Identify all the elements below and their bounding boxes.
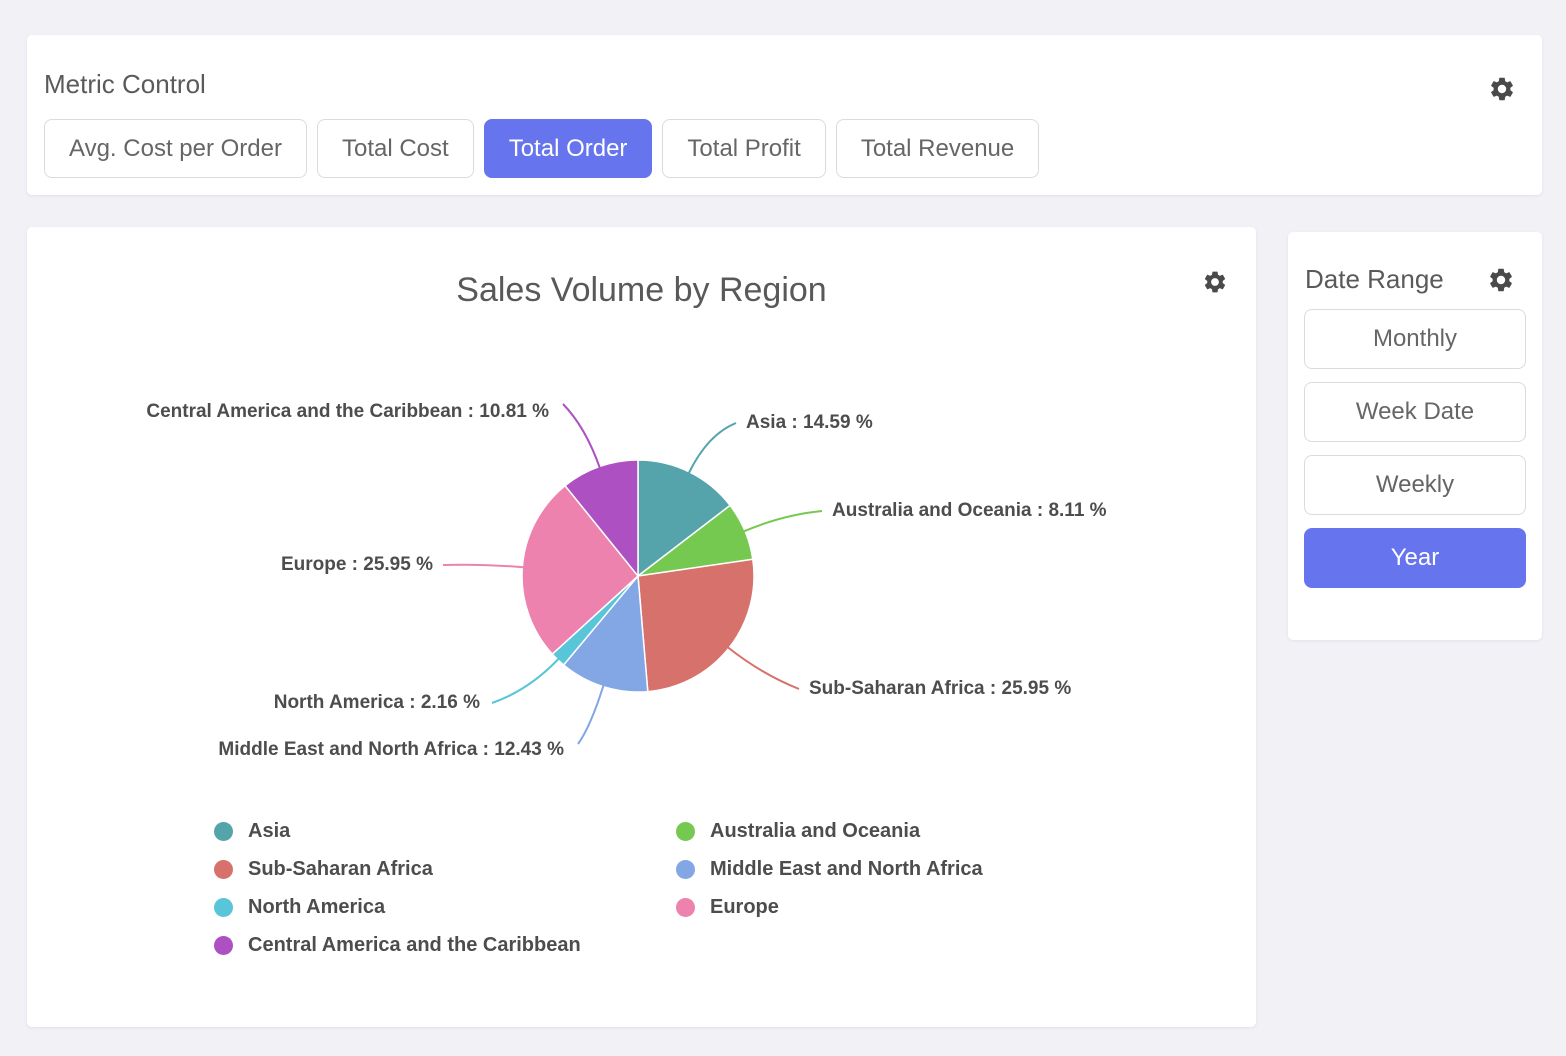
metric-button-avg-cost-per-order[interactable]: Avg. Cost per Order (44, 119, 307, 178)
metric-button-total-cost[interactable]: Total Cost (317, 119, 474, 178)
legend-dot-asia (214, 822, 233, 841)
pie-label-australia-and-oceania: Australia and Oceania : 8.11 % (832, 497, 1107, 525)
pie-label-line-australia-and-oceania (744, 511, 822, 531)
pie-label-middle-east-and-north-africa: Middle East and North Africa : 12.43 % (218, 736, 564, 764)
legend-label-middle-east-and-north-africa: Middle East and North Africa (710, 858, 983, 881)
pie-label-line-north-america (492, 659, 558, 703)
date-button-year[interactable]: Year (1304, 528, 1526, 588)
legend-dot-australia-and-oceania (676, 822, 695, 841)
pie-label-line-europe (443, 565, 523, 567)
metric-control-card: Metric Control Avg. Cost per OrderTotal … (27, 35, 1542, 195)
chart-settings-button[interactable] (1202, 269, 1228, 295)
metric-button-total-revenue[interactable]: Total Revenue (836, 119, 1039, 178)
pie-label-central-america-and-the-caribbean: Central America and the Caribbean : 10.8… (146, 398, 549, 426)
metric-button-total-order[interactable]: Total Order (484, 119, 653, 178)
legend-label-sub-saharan-africa: Sub-Saharan Africa (248, 858, 433, 881)
date-range-settings-button[interactable] (1487, 266, 1515, 294)
date-range-title: Date Range (1305, 264, 1444, 295)
metric-control-title: Metric Control (44, 69, 206, 100)
legend-dot-europe (676, 898, 695, 917)
chart-legend: Asia Australia and Oceania Sub-Saharan Afr… (214, 817, 983, 959)
gear-icon (1487, 266, 1515, 294)
legend-dot-central-america-and-the-caribbean (214, 936, 233, 955)
pie-label-line-sub-saharan-africa (728, 648, 799, 690)
pie-label-europe: Europe : 25.95 % (281, 551, 433, 579)
metric-button-total-profit[interactable]: Total Profit (662, 119, 825, 178)
legend-dot-sub-saharan-africa (214, 860, 233, 879)
pie-label-line-asia (689, 423, 736, 473)
legend-dot-north-america (214, 898, 233, 917)
legend-dot-middle-east-and-north-africa (676, 860, 695, 879)
date-range-card: Date Range Monthly Week Date Weekly Year (1288, 232, 1542, 640)
date-button-group: Monthly Week Date Weekly Year (1304, 309, 1526, 588)
legend-item-middle-east-and-north-africa[interactable]: Middle East and North Africa (676, 855, 983, 883)
pie-label-asia: Asia : 14.59 % (746, 409, 873, 437)
gear-icon (1488, 75, 1516, 103)
sales-volume-card: Sales Volume by Region Asia : 14.59 % Aus… (27, 227, 1256, 1027)
metric-button-group: Avg. Cost per OrderTotal CostTotal Order… (44, 119, 1039, 178)
legend-item-europe[interactable]: Europe (676, 893, 983, 921)
metric-control-settings-button[interactable] (1488, 75, 1516, 103)
chart-title: Sales Volume by Region (27, 271, 1256, 310)
pie-label-sub-saharan-africa: Sub-Saharan Africa : 25.95 % (809, 675, 1071, 703)
pie-slice-sub-saharan-africa[interactable] (638, 559, 754, 691)
legend-item-sub-saharan-africa[interactable]: Sub-Saharan Africa (214, 855, 676, 883)
pie-chart (27, 357, 1256, 827)
legend-item-australia-and-oceania[interactable]: Australia and Oceania (676, 817, 983, 845)
gear-icon (1202, 269, 1228, 295)
pie-label-north-america: North America : 2.16 % (274, 689, 480, 717)
date-button-weekly[interactable]: Weekly (1304, 455, 1526, 515)
legend-item-asia[interactable]: Asia (214, 817, 676, 845)
date-button-week-date[interactable]: Week Date (1304, 382, 1526, 442)
legend-label-north-america: North America (248, 896, 385, 919)
date-button-monthly[interactable]: Monthly (1304, 309, 1526, 369)
legend-item-north-america[interactable]: North America (214, 893, 676, 921)
legend-label-central-america-and-the-caribbean: Central America and the Caribbean (248, 934, 581, 957)
legend-label-europe: Europe (710, 896, 779, 919)
legend-item-central-america-and-the-caribbean[interactable]: Central America and the Caribbean (214, 931, 676, 959)
pie-label-line-central-america-and-the-caribbean (563, 404, 600, 468)
pie-label-line-middle-east-and-north-africa (578, 686, 603, 744)
legend-label-asia: Asia (248, 820, 290, 843)
legend-label-australia-and-oceania: Australia and Oceania (710, 820, 920, 843)
